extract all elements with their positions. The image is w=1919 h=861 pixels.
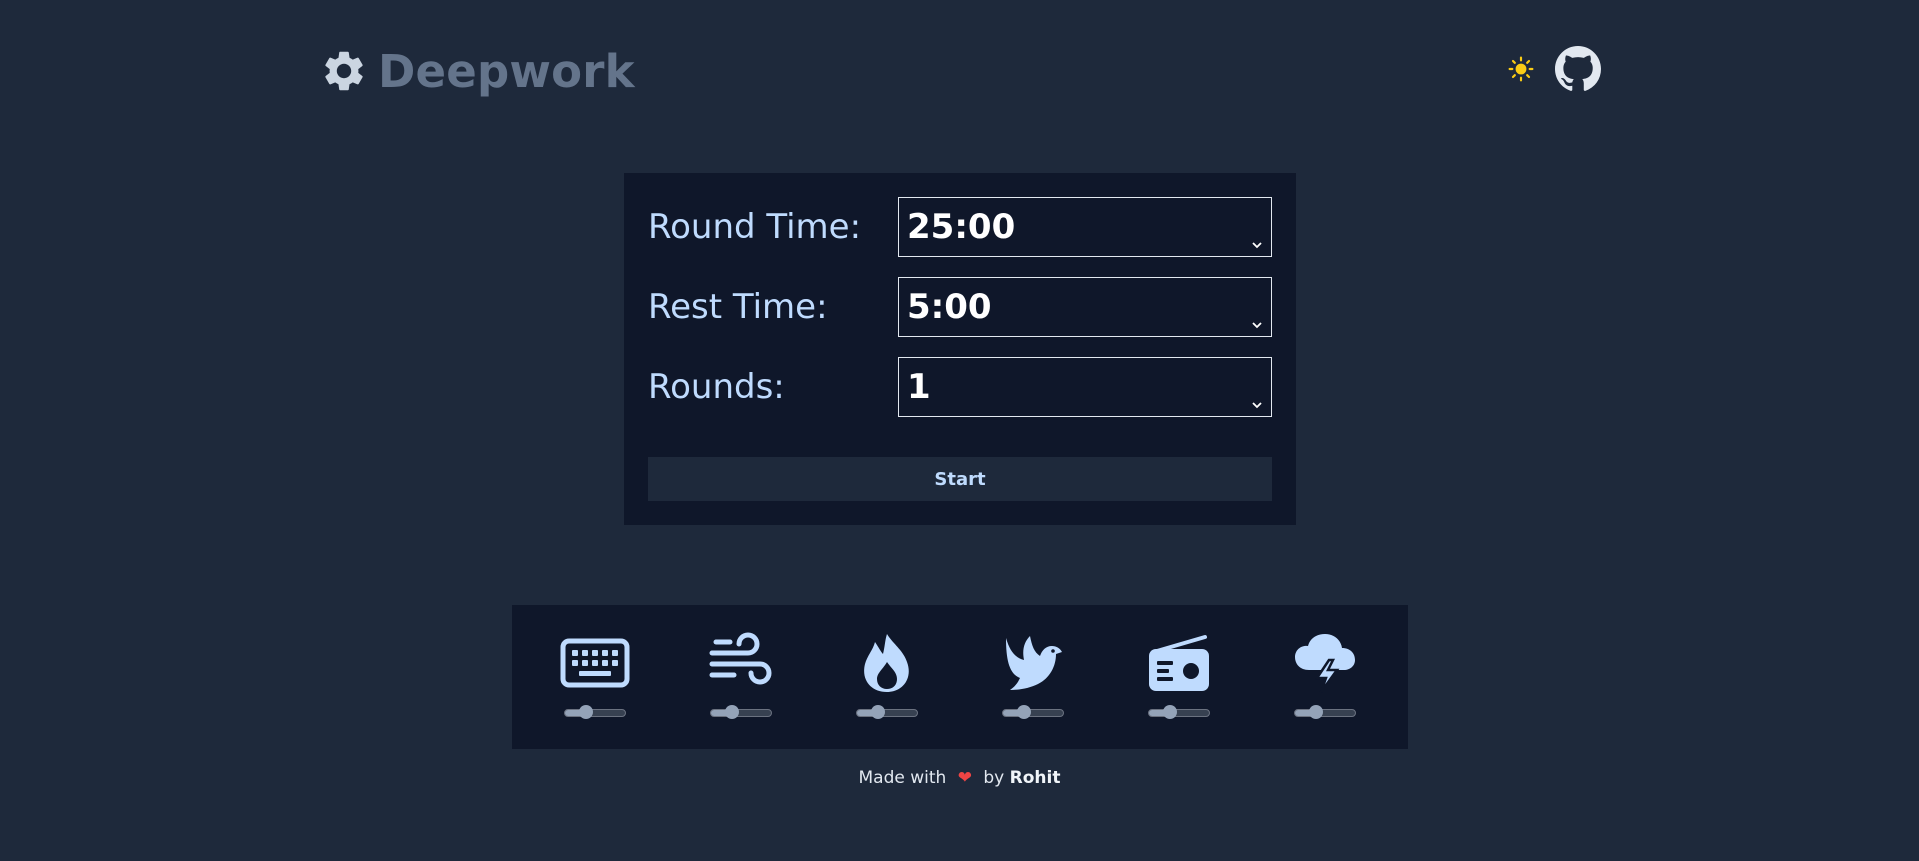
rest-time-select[interactable]: 5:00 (898, 277, 1272, 337)
chevron-down-icon (1251, 220, 1263, 260)
keyboard-icon[interactable] (560, 631, 630, 695)
volume-slider-keyboard[interactable] (564, 705, 626, 719)
wind-icon[interactable] (708, 631, 774, 695)
radio-icon[interactable] (1147, 631, 1211, 695)
footer-middle: by (983, 768, 1005, 788)
theme-toggle-button[interactable] (1508, 56, 1534, 86)
rounds-value: 1 (907, 367, 931, 407)
github-link[interactable] (1554, 45, 1602, 97)
cloud-lightning-icon[interactable] (1293, 631, 1357, 695)
sound-storm (1280, 605, 1370, 719)
volume-slider-fire[interactable] (856, 705, 918, 719)
sound-wind (696, 605, 786, 719)
round-time-select[interactable]: 25:00 (898, 197, 1272, 257)
author-name[interactable]: Rohit (1010, 768, 1061, 788)
header: Deepwork (320, 42, 1602, 100)
heart-icon: ❤ (957, 768, 972, 788)
round-time-value: 25:00 (907, 207, 1016, 247)
slider-thumb[interactable] (1163, 705, 1177, 719)
gear-icon (320, 47, 368, 95)
github-icon (1554, 45, 1602, 97)
dove-icon[interactable] (1000, 631, 1066, 695)
brand[interactable]: Deepwork (320, 45, 635, 98)
rest-time-row: Rest Time: 5:00 (648, 277, 1272, 337)
rounds-select[interactable]: 1 (898, 357, 1272, 417)
sound-bird (988, 605, 1078, 719)
header-actions (1508, 45, 1602, 97)
volume-slider-wind[interactable] (710, 705, 772, 719)
fire-icon[interactable] (859, 631, 915, 695)
rounds-row: Rounds: 1 (648, 357, 1272, 417)
volume-slider-bird[interactable] (1002, 705, 1064, 719)
rounds-label: Rounds: (648, 367, 785, 407)
slider-thumb[interactable] (579, 705, 593, 719)
footer-prefix: Made with (858, 768, 947, 788)
round-time-label: Round Time: (648, 207, 862, 247)
footer: Made with ❤ by Rohit (0, 768, 1919, 788)
sound-fire (842, 605, 932, 719)
chevron-down-icon (1251, 300, 1263, 340)
volume-slider-storm[interactable] (1294, 705, 1356, 719)
slider-thumb[interactable] (1309, 705, 1323, 719)
slider-thumb[interactable] (725, 705, 739, 719)
page-title: Deepwork (378, 44, 635, 98)
sun-icon (1508, 56, 1534, 86)
chevron-down-icon (1251, 380, 1263, 420)
timer-settings-panel: Round Time: 25:00 Rest Time: 5:00 Rounds… (624, 173, 1296, 525)
rest-time-label: Rest Time: (648, 287, 828, 327)
volume-slider-radio[interactable] (1148, 705, 1210, 719)
rest-time-value: 5:00 (907, 287, 992, 327)
slider-thumb[interactable] (871, 705, 885, 719)
slider-thumb[interactable] (1017, 705, 1031, 719)
round-time-row: Round Time: 25:00 (648, 197, 1272, 257)
ambient-sounds-panel (512, 605, 1408, 749)
sound-radio (1134, 605, 1224, 719)
start-button[interactable]: Start (648, 457, 1272, 501)
sound-keyboard (550, 605, 640, 719)
